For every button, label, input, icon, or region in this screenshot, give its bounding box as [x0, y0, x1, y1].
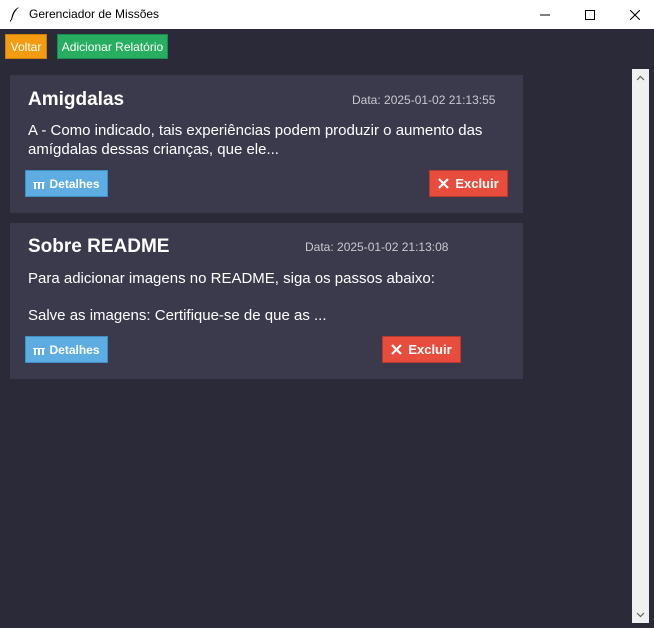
vertical-scrollbar[interactable]: [632, 69, 649, 623]
report-preview: Para adicionar imagens no README, siga o…: [28, 269, 435, 325]
report-preview-line: A - Como indicado, tais experiências pod…: [28, 122, 483, 139]
report-preview-line: amígdalas dessas crianças, que ele...: [28, 141, 279, 158]
chart-icon: [33, 347, 46, 355]
title-bar: Gerenciador de Missões: [0, 0, 654, 29]
details-label: Detalhes: [49, 342, 100, 357]
delete-button[interactable]: Excluir: [382, 336, 461, 363]
details-button[interactable]: Detalhes: [25, 170, 108, 197]
scroll-up-button[interactable]: [632, 69, 649, 86]
report-preview-line: Para adicionar imagens no README, siga o…: [28, 270, 435, 287]
report-title: Amigdalas: [28, 89, 125, 110]
back-button[interactable]: Voltar: [5, 34, 47, 59]
close-button[interactable]: [612, 0, 654, 29]
close-icon: [630, 9, 640, 20]
details-button[interactable]: Detalhes: [25, 336, 108, 363]
delete-label: Excluir: [455, 176, 499, 191]
add-report-button[interactable]: Adicionar Relatório: [57, 34, 168, 59]
window-title: Gerenciador de Missões: [29, 7, 160, 21]
x-icon: [391, 344, 403, 355]
details-label: Detalhes: [49, 176, 100, 191]
report-card: Amigdalas Data: 2025-01-02 21:13:55 A - …: [10, 75, 523, 213]
minimize-button[interactable]: [522, 0, 568, 29]
delete-label: Excluir: [408, 342, 452, 357]
chevron-down-icon: [636, 612, 645, 617]
minimize-icon: [540, 14, 550, 15]
report-card: Sobre README Data: 2025-01-02 21:13:08 P…: [10, 223, 523, 379]
feather-icon: [9, 7, 19, 22]
maximize-icon: [585, 9, 595, 20]
maximize-button[interactable]: [567, 0, 613, 29]
delete-button[interactable]: Excluir: [429, 170, 508, 197]
chevron-up-icon: [636, 75, 645, 80]
report-preview: A - Como indicado, tais experiências pod…: [28, 121, 482, 159]
chart-icon: [33, 181, 46, 189]
report-preview-line: Salve as imagens: Certifique-se de que a…: [28, 307, 327, 324]
scroll-down-button[interactable]: [632, 606, 649, 623]
report-date: Data: 2025-01-02 21:13:08: [305, 240, 449, 254]
report-title: Sobre README: [28, 236, 170, 257]
x-icon: [438, 178, 450, 189]
report-date: Data: 2025-01-02 21:13:55: [352, 93, 496, 107]
